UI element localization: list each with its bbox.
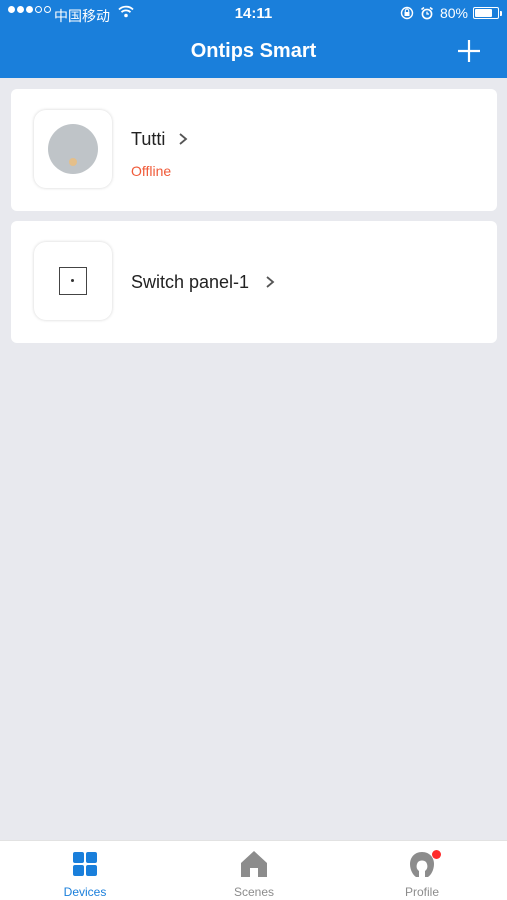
switch-panel-icon xyxy=(34,242,112,320)
switch-indicator xyxy=(71,279,74,282)
lock-body xyxy=(48,124,98,174)
home-icon xyxy=(241,851,267,877)
tab-label: Profile xyxy=(404,885,439,899)
tab-devices[interactable]: Devices xyxy=(35,841,135,900)
alarm-icon xyxy=(420,6,434,20)
tab-label: Devices xyxy=(63,885,107,899)
device-name: Switch panel-1 xyxy=(131,272,250,292)
add-device-button[interactable] xyxy=(456,38,482,64)
lock-indicator xyxy=(69,158,77,166)
page-title: Ontips Smart xyxy=(190,40,317,62)
rotation-lock-icon xyxy=(400,6,414,20)
device-card[interactable]: Switch panel-1 xyxy=(11,221,497,343)
battery-level-fill xyxy=(475,9,493,17)
smart-lock-icon xyxy=(34,110,112,188)
grid-icon xyxy=(73,852,97,876)
status-right-group: 80% xyxy=(400,5,502,21)
app-screen: 中国移动 14:11 80% Ontips Smart Tutti Offlin… xyxy=(0,0,507,900)
battery-icon xyxy=(473,7,502,19)
chevron-right-icon xyxy=(266,276,275,288)
battery-percent: 80% xyxy=(439,5,468,21)
device-status: Offline xyxy=(131,163,172,179)
device-name: Tutti xyxy=(131,129,166,149)
switch-frame xyxy=(59,267,87,295)
notification-badge xyxy=(432,850,441,859)
tab-label: Scenes xyxy=(233,885,275,899)
tab-scenes[interactable]: Scenes xyxy=(204,841,304,900)
plus-icon xyxy=(458,40,480,62)
status-bar: 中国移动 14:11 80% xyxy=(0,0,507,28)
tab-profile[interactable]: Profile xyxy=(372,841,472,900)
chevron-right-icon xyxy=(179,133,188,145)
app-header: 中国移动 14:11 80% Ontips Smart xyxy=(0,0,507,78)
tab-bar: Devices Scenes Profile xyxy=(0,840,507,900)
device-card[interactable]: Tutti Offline xyxy=(11,89,497,211)
